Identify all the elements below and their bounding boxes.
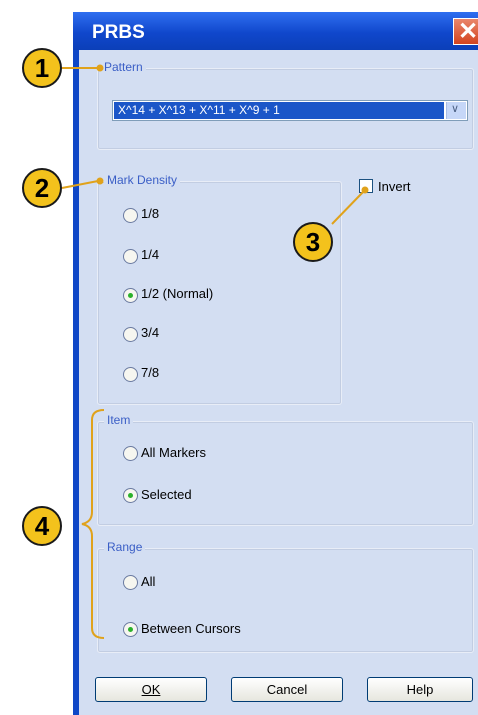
callout-3-badge: 3 [293,222,333,262]
callout-3-dot [361,186,369,194]
callout-3-leader [331,190,365,225]
annotation-overlay [61,64,369,639]
callout-4-bracket [81,409,105,639]
callout-1-badge: 1 [22,48,62,88]
callout-2-badge: 2 [22,168,62,208]
callout-2-leader [61,180,99,189]
callout-1-dot [96,64,104,72]
callout-4-badge: 4 [22,506,62,546]
callout-2-dot [96,177,104,185]
